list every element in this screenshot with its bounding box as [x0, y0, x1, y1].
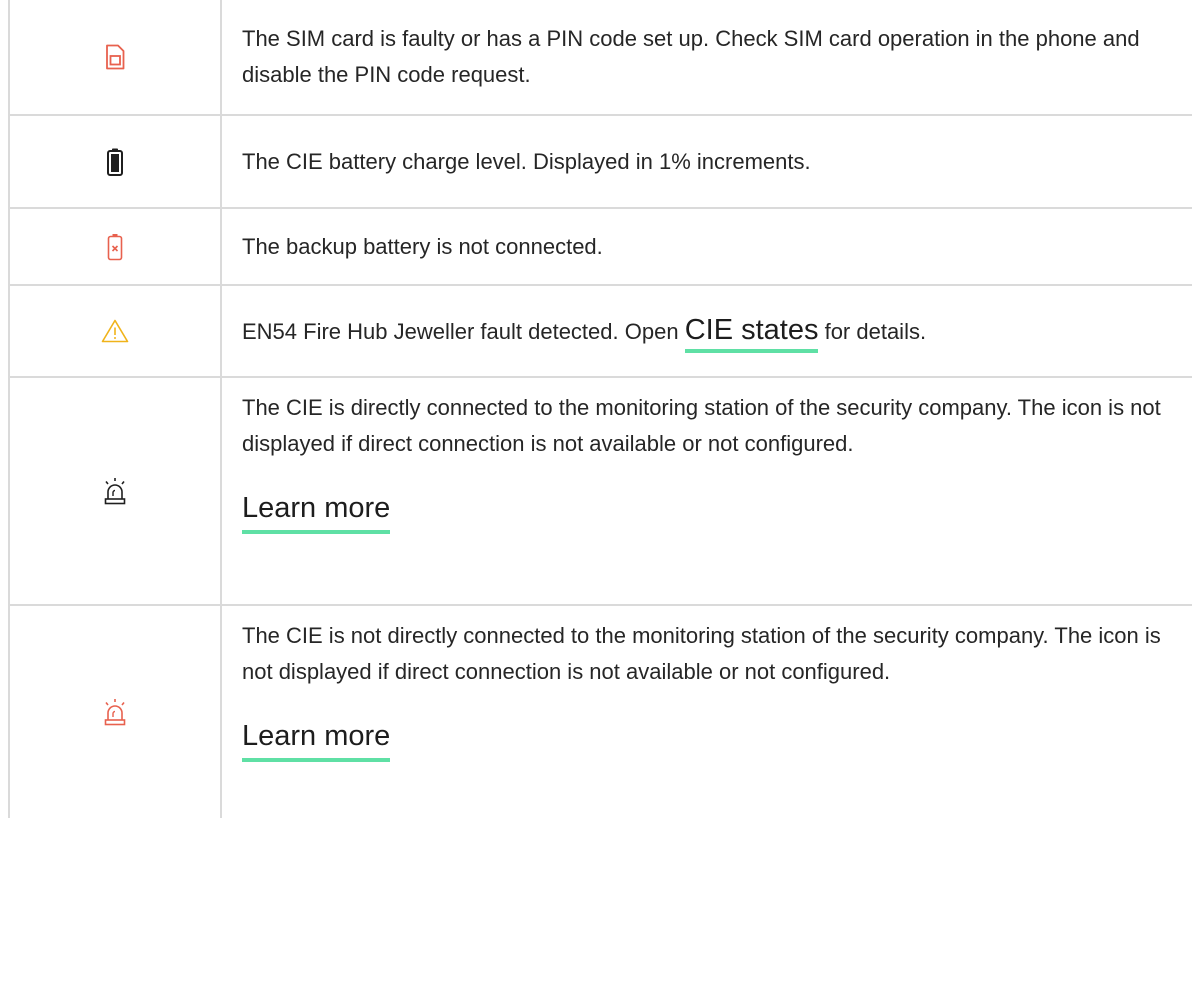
icon-cell: [8, 376, 222, 606]
table-row: The CIE is directly connected to the mon…: [8, 376, 1192, 606]
sim-card-faulty-icon: [105, 44, 125, 70]
cie-states-link[interactable]: CIE states: [684, 314, 819, 353]
row-description: The backup battery is not connected.: [242, 233, 603, 259]
siren-not-connected-icon: [102, 698, 128, 726]
description-cell: The CIE is not directly connected to the…: [220, 604, 1192, 818]
table-row: The SIM card is faulty or has a PIN code…: [8, 0, 1192, 116]
description-cell: The SIM card is faulty or has a PIN code…: [220, 0, 1192, 116]
description-cell: EN54 Fire Hub Jeweller fault detected. O…: [220, 284, 1192, 378]
icon-cell: [8, 114, 222, 209]
battery-disconnected-icon: [107, 233, 123, 261]
status-icons-table-wrapper: The SIM card is faulty or has a PIN code…: [0, 0, 1192, 993]
description-cell: The CIE is directly connected to the mon…: [220, 376, 1192, 606]
row-description: The CIE is directly connected to the mon…: [242, 395, 1161, 456]
fault-text-before: EN54 Fire Hub Jeweller fault detected. O…: [242, 319, 685, 344]
table-row: The backup battery is not connected.: [8, 207, 1192, 286]
table-row: EN54 Fire Hub Jeweller fault detected. O…: [8, 284, 1192, 378]
icon-cell: [8, 0, 222, 116]
icon-cell: [8, 284, 222, 378]
status-icons-table: The SIM card is faulty or has a PIN code…: [8, 0, 1192, 818]
learn-more-link[interactable]: Learn more: [242, 718, 391, 762]
row-description: The CIE is not directly connected to the…: [242, 623, 1161, 684]
icon-cell: [8, 207, 222, 286]
warning-triangle-icon: [101, 319, 129, 343]
row-description: EN54 Fire Hub Jeweller fault detected. O…: [242, 312, 1170, 353]
table-row: The CIE is not directly connected to the…: [8, 604, 1192, 818]
row-description: The CIE battery charge level. Displayed …: [242, 148, 811, 174]
battery-full-icon: [107, 148, 123, 176]
row-description: The SIM card is faulty or has a PIN code…: [242, 26, 1140, 87]
learn-more-link[interactable]: Learn more: [242, 490, 391, 534]
description-cell: The CIE battery charge level. Displayed …: [220, 114, 1192, 209]
siren-connected-icon: [102, 477, 128, 505]
table-row: The CIE battery charge level. Displayed …: [8, 114, 1192, 209]
description-cell: The backup battery is not connected.: [220, 207, 1192, 286]
icon-cell: [8, 604, 222, 818]
fault-text-after: for details.: [818, 319, 927, 344]
